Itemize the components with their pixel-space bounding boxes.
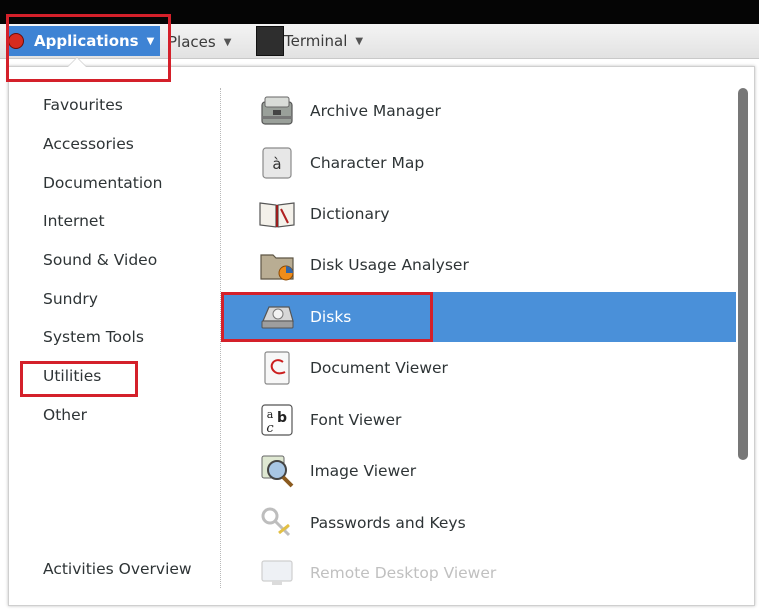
app-label: Disks — [310, 308, 352, 326]
app-item-archive-manager[interactable]: Archive Manager — [222, 86, 736, 136]
app-item-image-viewer[interactable]: Image Viewer — [222, 446, 736, 496]
category-sundry[interactable]: Sundry — [43, 287, 98, 311]
redhat-logo-icon — [8, 33, 24, 49]
applications-label: Applications — [34, 32, 139, 50]
disks-icon — [258, 298, 296, 336]
category-sound-video[interactable]: Sound & Video — [43, 248, 157, 272]
places-label: Places — [168, 33, 216, 51]
image-viewer-icon — [258, 452, 296, 490]
chevron-down-icon: ▼ — [146, 35, 155, 47]
category-system-tools[interactable]: System Tools — [43, 325, 144, 349]
app-label: Archive Manager — [310, 102, 441, 120]
app-item-dictionary[interactable]: Dictionary — [222, 189, 736, 239]
category-utilities[interactable]: Utilities — [43, 364, 101, 388]
chevron-down-icon: ▼ — [223, 36, 232, 48]
app-item-character-map[interactable]: à Character Map — [222, 138, 736, 188]
app-label: Character Map — [310, 154, 425, 172]
app-item-disks[interactable]: Disks — [222, 292, 736, 342]
chevron-down-icon: ▼ — [355, 35, 364, 47]
terminal-icon — [256, 26, 284, 56]
font-viewer-glyph-c: c — [266, 421, 274, 436]
category-favourites[interactable]: Favourites — [43, 93, 123, 117]
app-item-disk-usage-analyser[interactable]: Disk Usage Analyser — [222, 240, 736, 290]
app-label: Passwords and Keys — [310, 514, 466, 532]
category-other[interactable]: Other — [43, 403, 87, 427]
terminal-taskbar-button[interactable]: Terminal ▼ — [256, 26, 374, 56]
app-item-font-viewer[interactable]: a b c Font Viewer — [222, 395, 736, 445]
top-black-bar — [0, 0, 759, 24]
menu-scrollbar[interactable] — [738, 88, 748, 460]
app-item-remote-desktop-viewer[interactable]: Remote Desktop Viewer — [222, 550, 736, 596]
app-item-passwords-and-keys[interactable]: Passwords and Keys — [222, 498, 736, 548]
terminal-label: Terminal — [284, 32, 348, 50]
app-label: Remote Desktop Viewer — [310, 564, 497, 582]
character-map-icon: à — [258, 144, 296, 182]
app-label: Font Viewer — [310, 411, 402, 429]
disk-usage-icon — [258, 246, 296, 284]
font-viewer-glyph-b: b — [277, 410, 287, 426]
document-viewer-icon — [258, 349, 296, 387]
font-viewer-glyph-a: a — [267, 408, 274, 421]
keys-icon — [258, 504, 296, 542]
app-label: Image Viewer — [310, 462, 417, 480]
remote-desktop-icon — [258, 554, 296, 592]
activities-overview-link[interactable]: Activities Overview — [43, 557, 192, 581]
archive-icon — [258, 92, 296, 130]
app-label: Document Viewer — [310, 359, 448, 377]
menu-pointer-arrow — [68, 58, 86, 67]
places-menu-button[interactable]: Places ▼ — [168, 30, 231, 54]
dictionary-icon — [258, 195, 296, 233]
font-viewer-icon: a b c — [258, 401, 296, 439]
category-accessories[interactable]: Accessories — [43, 132, 134, 156]
app-item-document-viewer[interactable]: Document Viewer — [222, 343, 736, 393]
app-label: Dictionary — [310, 205, 390, 223]
category-internet[interactable]: Internet — [43, 209, 105, 233]
menu-column-separator — [220, 88, 221, 588]
character-map-glyph: à — [272, 155, 281, 173]
applications-menu-button[interactable]: Applications ▼ — [6, 26, 160, 56]
app-label: Disk Usage Analyser — [310, 256, 469, 274]
category-documentation[interactable]: Documentation — [43, 171, 163, 195]
